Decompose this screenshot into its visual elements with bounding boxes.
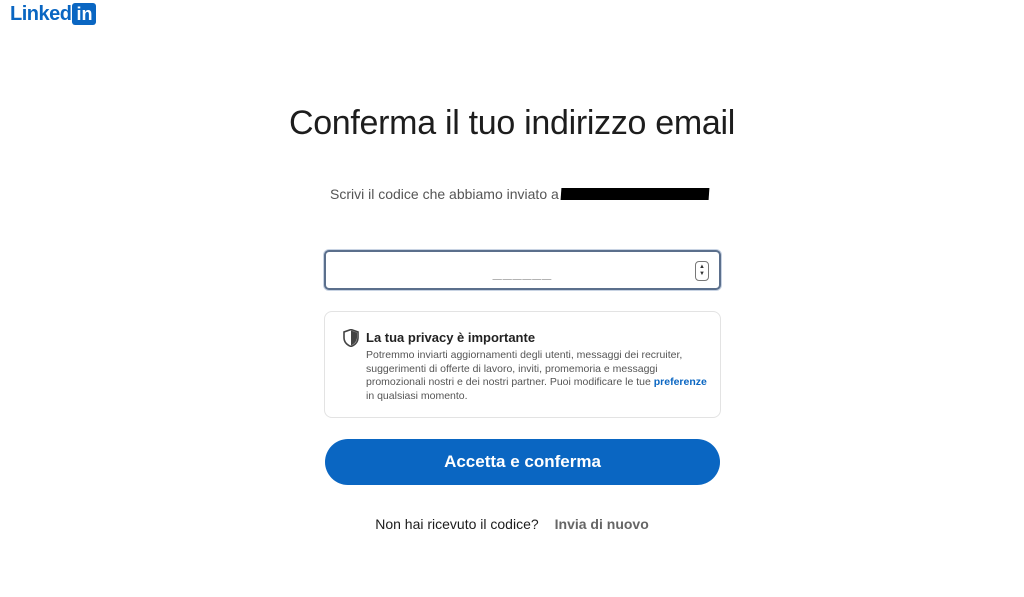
logo-text: Linked	[10, 3, 72, 25]
privacy-title: La tua privacy è importante	[366, 330, 536, 345]
privacy-body-text: Potremmo inviarti aggiornamenti degli ut…	[366, 349, 683, 388]
stepper-up-icon[interactable]: ▲	[699, 264, 705, 271]
redacted-email	[560, 188, 710, 200]
privacy-notice: La tua privacy è importante Potremmo inv…	[324, 311, 721, 418]
page-title: Conferma il tuo indirizzo email	[288, 104, 736, 142]
stepper-icon[interactable]: ▲ ▼	[695, 261, 709, 281]
resend-question: Non hai ricevuto il codice?	[375, 516, 539, 532]
logo-box: in	[72, 3, 97, 25]
resend-row: Non hai ricevuto il codice? Invia di nuov…	[0, 516, 1024, 532]
subtitle: Scrivi il codice che abbiamo inviato a	[330, 186, 710, 202]
preferences-link[interactable]: preferenze	[654, 376, 707, 388]
accept-confirm-button[interactable]: Accetta e conferma	[325, 439, 720, 485]
subtitle-text: Scrivi il codice che abbiamo inviato a	[330, 186, 559, 202]
linkedin-logo[interactable]: Linked in	[10, 2, 97, 26]
code-input-container: ▲ ▼	[324, 250, 721, 290]
shield-icon	[343, 329, 359, 347]
verification-code-input[interactable]	[326, 252, 719, 288]
stepper-down-icon[interactable]: ▼	[699, 271, 705, 278]
privacy-body: Potremmo inviarti aggiornamenti degli ut…	[366, 349, 712, 403]
resend-link[interactable]: Invia di nuovo	[555, 516, 649, 532]
privacy-body-tail: in qualsiasi momento.	[366, 389, 468, 402]
